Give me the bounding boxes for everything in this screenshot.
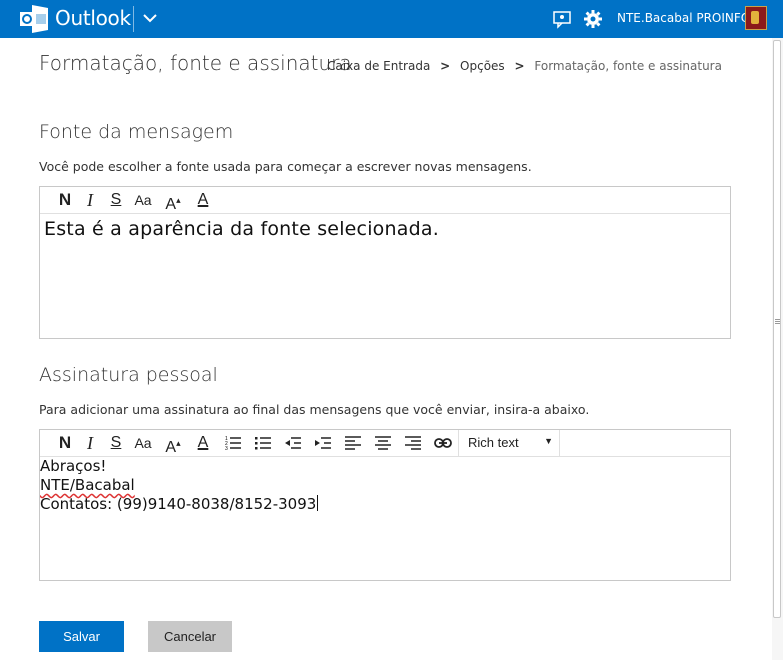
gear-icon[interactable] bbox=[582, 8, 604, 30]
breadcrumb-current: Formatação, fonte e assinatura bbox=[534, 59, 722, 73]
format-select-value: Rich text bbox=[468, 435, 519, 450]
font-color-button[interactable]: A bbox=[190, 430, 216, 456]
breadcrumb-separator: > bbox=[440, 59, 451, 73]
font-size-button[interactable]: Aa bbox=[130, 430, 156, 456]
top-bar: Outlook NTE.Bacabal PROINFO bbox=[0, 0, 783, 38]
align-center-button[interactable] bbox=[370, 430, 396, 456]
page-title: Formatação, fonte e assinatura bbox=[39, 51, 352, 75]
font-section-description: Você pode escolher a fonte usada para co… bbox=[39, 159, 532, 174]
align-left-button[interactable] bbox=[340, 430, 366, 456]
breadcrumb: Caixa de Entrada > Opções > Formatação, … bbox=[327, 59, 728, 73]
numbered-list-icon: 123 bbox=[225, 436, 241, 452]
signature-line-3: Contatos: (99)9140-8038/8152-3093 bbox=[40, 495, 319, 514]
signature-section-description: Para adicionar uma assinatura ao final d… bbox=[39, 402, 590, 417]
font-size-button[interactable]: Aa bbox=[130, 187, 156, 213]
svg-text:3: 3 bbox=[225, 446, 228, 451]
decrease-indent-button[interactable] bbox=[280, 430, 306, 456]
bullet-list-icon bbox=[255, 437, 271, 450]
signature-line-3-text: Contatos: (99)9140-8038/8152-3093 bbox=[40, 495, 317, 513]
increase-indent-icon bbox=[315, 437, 331, 449]
insert-link-button[interactable] bbox=[430, 430, 456, 456]
signature-line-2: NTE/Bacabal bbox=[40, 476, 318, 495]
link-icon bbox=[434, 438, 452, 448]
dropdown-arrow-icon: ▼ bbox=[544, 436, 553, 446]
numbered-list-button[interactable]: 123 bbox=[220, 430, 246, 456]
user-name[interactable]: NTE.Bacabal PROINFO bbox=[617, 11, 750, 25]
save-button[interactable]: Salvar bbox=[39, 621, 124, 652]
font-color-button[interactable]: A bbox=[190, 187, 216, 213]
outlook-logo-icon[interactable] bbox=[18, 3, 50, 35]
increase-indent-button[interactable] bbox=[310, 430, 336, 456]
grow-font-button[interactable]: A▴ bbox=[160, 187, 186, 213]
italic-button[interactable]: I bbox=[77, 187, 103, 213]
signature-section-title: Assinatura pessoal bbox=[39, 364, 218, 386]
font-toolbar: N I S Aa A▴ A bbox=[40, 187, 730, 214]
scrollbar[interactable] bbox=[772, 38, 783, 660]
signature-line-2-text: NTE/Bacabal bbox=[40, 476, 135, 494]
align-center-icon bbox=[375, 436, 391, 450]
decrease-indent-icon bbox=[285, 437, 301, 449]
scrollbar-thumb[interactable] bbox=[773, 40, 781, 618]
updown-icon: ▴ bbox=[176, 195, 181, 205]
font-section-title: Fonte da mensagem bbox=[39, 121, 234, 143]
updown-icon: ▴ bbox=[176, 438, 181, 448]
align-right-button[interactable] bbox=[400, 430, 426, 456]
signature-toolbar: N I S Aa A▴ A 123 Rich text ▼ bbox=[40, 430, 730, 457]
italic-button[interactable]: I bbox=[77, 430, 103, 456]
grow-font-label: A bbox=[165, 439, 177, 456]
bullet-list-button[interactable] bbox=[250, 430, 276, 456]
chevron-down-icon[interactable] bbox=[140, 8, 160, 28]
bold-button[interactable]: N bbox=[52, 430, 78, 456]
signature-line-1: Abraços! bbox=[40, 457, 107, 475]
format-select[interactable]: Rich text ▼ bbox=[458, 430, 560, 456]
breadcrumb-separator: > bbox=[514, 59, 525, 73]
bold-button[interactable]: N bbox=[52, 187, 78, 213]
signature-text[interactable]: Abraços! NTE/Bacabal Contatos: (99)9140-… bbox=[40, 457, 319, 514]
brand-name[interactable]: Outlook bbox=[55, 6, 131, 30]
brand-divider bbox=[133, 6, 134, 32]
breadcrumb-inbox[interactable]: Caixa de Entrada bbox=[327, 59, 430, 73]
font-preview-text: Esta é a aparência da fonte selecionada. bbox=[44, 218, 439, 240]
underline-button[interactable]: S bbox=[103, 430, 129, 456]
signature-editor[interactable]: N I S Aa A▴ A 123 Rich text ▼ Abraços! N… bbox=[39, 429, 731, 581]
cancel-button[interactable]: Cancelar bbox=[148, 621, 232, 652]
font-preview-editor[interactable]: N I S Aa A▴ A Esta é a aparência da font… bbox=[39, 186, 731, 339]
scroll-grip bbox=[775, 319, 780, 320]
avatar[interactable] bbox=[745, 6, 767, 30]
underline-button[interactable]: S bbox=[103, 187, 129, 213]
align-left-icon bbox=[345, 436, 361, 450]
breadcrumb-options[interactable]: Opções bbox=[460, 59, 505, 73]
align-right-icon bbox=[405, 436, 421, 450]
grow-font-label: A bbox=[165, 196, 177, 213]
grow-font-button[interactable]: A▴ bbox=[160, 430, 186, 456]
text-cursor bbox=[317, 495, 319, 511]
messaging-icon[interactable] bbox=[551, 8, 573, 30]
